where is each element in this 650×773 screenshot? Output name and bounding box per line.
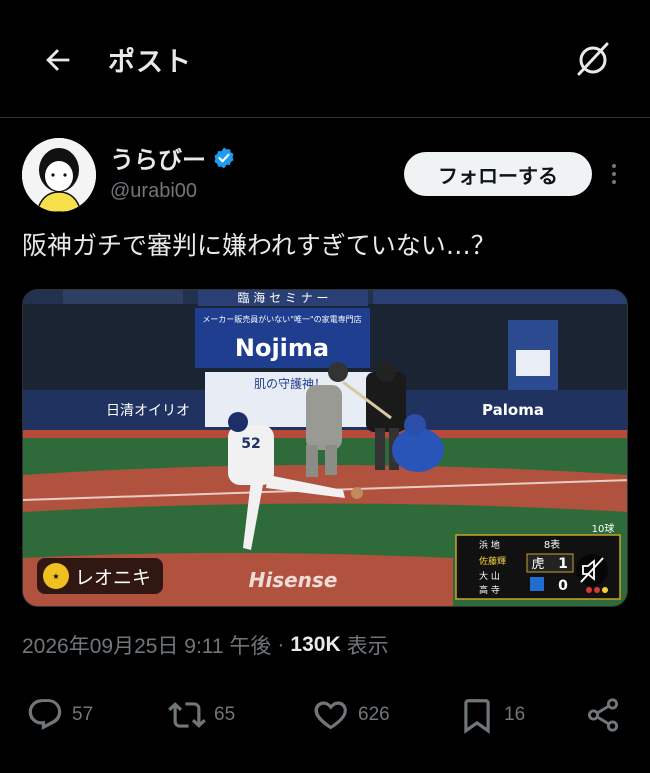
- video-player[interactable]: 臨 海 セ ミ ナ ー メーカー販売員がいない"唯一"の家電専門店 Nojima…: [22, 289, 628, 607]
- more-dot-icon: [612, 180, 616, 184]
- tweet-meta: 2026年09月25日 9:11 午後 · 130K 表示: [22, 630, 389, 660]
- mute-button[interactable]: [576, 554, 608, 586]
- view-count[interactable]: 130K: [290, 633, 340, 657]
- avatar[interactable]: [22, 138, 96, 212]
- bookmark-icon: [464, 699, 490, 734]
- svg-text:52: 52: [241, 436, 260, 452]
- inning: 8表: [544, 538, 560, 551]
- video-source-label: ★ レオニキ: [37, 558, 164, 594]
- tweet-text: 阪神ガチで審判に嫌われすぎていない…？: [22, 231, 496, 260]
- author-name-text: うらびー: [110, 146, 206, 174]
- grok-icon: [577, 42, 609, 76]
- action-bar: 57 65 626 16: [0, 690, 650, 740]
- repost-button[interactable]: 65: [168, 690, 235, 740]
- header-divider: [0, 117, 650, 118]
- reply-icon: [28, 699, 62, 730]
- nojima-ad: Nojima: [235, 334, 329, 362]
- batter-1: 浜 地: [479, 539, 500, 551]
- share-icon: [587, 698, 619, 732]
- team-top: 虎: [531, 557, 544, 572]
- back-button[interactable]: [38, 40, 78, 80]
- paloma-ad: Paloma: [482, 401, 544, 419]
- author-handle[interactable]: @urabi00: [110, 180, 197, 203]
- repost-icon: [168, 702, 206, 728]
- nissin-ad: 日清オイリオ: [106, 403, 190, 419]
- batter-3: 大 山: [479, 570, 500, 582]
- banner-sub-text: メーカー販売員がいない"唯一"の家電専門店: [202, 314, 361, 324]
- more-dot-icon: [612, 164, 616, 168]
- follow-button[interactable]: フォローする: [404, 152, 592, 196]
- page-title: ポスト: [108, 47, 192, 78]
- video-source-text: レオニキ: [75, 566, 152, 589]
- share-button[interactable]: [584, 690, 622, 740]
- hisense-ad: Hisense: [249, 568, 338, 592]
- repost-count: 65: [214, 704, 236, 725]
- timestamp[interactable]: 2026年09月25日 9:11 午後: [22, 630, 271, 660]
- heart-icon: [314, 701, 347, 730]
- top-bar: ポスト: [0, 0, 650, 118]
- view-label: 表示: [346, 635, 389, 658]
- verified-badge-icon: [214, 147, 234, 168]
- bookmark-count: 16: [504, 704, 526, 725]
- score-bottom: 0: [558, 578, 568, 594]
- bookmark-button[interactable]: 16: [458, 690, 525, 740]
- channel-logo-icon: ★: [43, 563, 69, 589]
- author-name[interactable]: うらびー: [110, 140, 236, 175]
- batter-2: 佐藤輝: [479, 555, 506, 567]
- meta-separator: ·: [277, 633, 285, 656]
- banner-top-text: 臨 海 セ ミ ナ ー: [237, 290, 328, 305]
- reply-count: 57: [72, 704, 94, 725]
- more-options-button[interactable]: [604, 158, 624, 190]
- batter-4: 高 寺: [479, 584, 500, 596]
- like-button[interactable]: 626: [312, 690, 390, 740]
- score-top: 1: [558, 556, 568, 572]
- grok-button[interactable]: [572, 38, 614, 80]
- arrow-left-icon: [46, 49, 70, 71]
- pitch-count: 10球: [592, 522, 615, 535]
- more-dot-icon: [612, 172, 616, 176]
- like-count: 626: [358, 704, 390, 725]
- reply-button[interactable]: 57: [26, 690, 93, 740]
